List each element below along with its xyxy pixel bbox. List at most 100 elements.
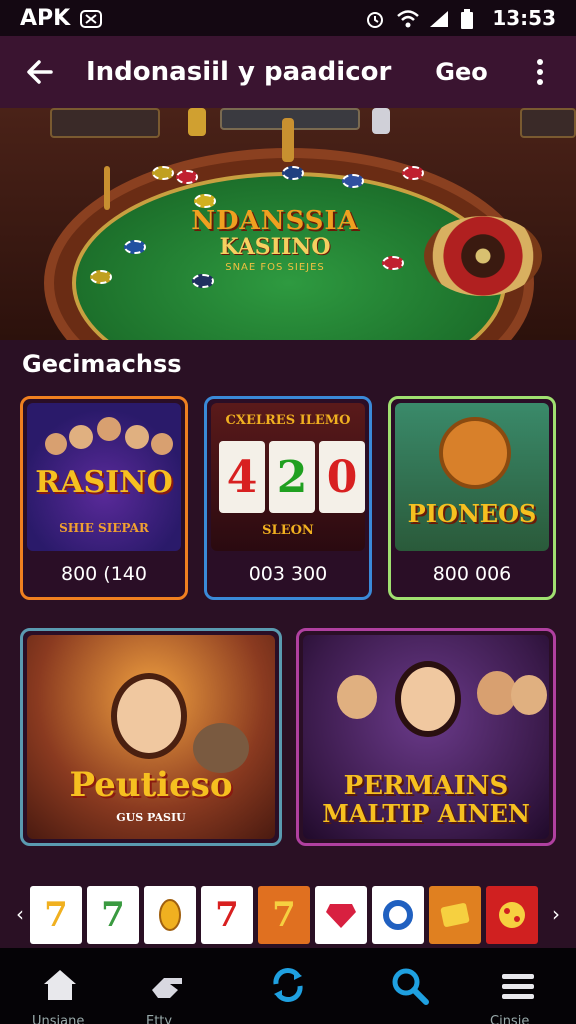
- seven-symbol: 7: [44, 895, 68, 935]
- game-card-peutieso[interactable]: Peutieso GUS PASIU: [20, 628, 282, 846]
- refresh-icon: [273, 968, 303, 1002]
- hero-banner[interactable]: NDANSSIA KASIINO SNAE FOS SIEJES: [0, 108, 576, 340]
- symbol-tile[interactable]: 7: [30, 886, 82, 944]
- more-options-button[interactable]: [522, 50, 558, 94]
- game-art: PERMAINS MALTIP AINEN: [303, 635, 549, 839]
- lion-mascot: [439, 417, 511, 489]
- table-post: [104, 166, 110, 210]
- hand-icon: [152, 978, 182, 998]
- gem-icon: [326, 904, 356, 928]
- game-art-title: PERMAINS: [343, 771, 509, 801]
- search-icon: [392, 968, 429, 1005]
- hero-logo-line1: NDANSSIA: [191, 206, 359, 236]
- clock: 13:53: [492, 6, 556, 30]
- game-art: RASINO SHIE SIEPAR: [27, 403, 181, 551]
- nav-search[interactable]: [380, 960, 440, 1020]
- nav-play[interactable]: [138, 960, 198, 1020]
- symbol-tile[interactable]: 7: [201, 886, 253, 944]
- carrier-label: APK: [20, 5, 71, 31]
- game-art-title-line2: MALTIP AINEN: [322, 799, 530, 828]
- section-title: Gecimachss: [22, 350, 182, 378]
- app-bar: Indonasiil y paadicor Geo: [0, 36, 576, 108]
- slot-reel: 4: [219, 441, 265, 513]
- page-title: Indonasiil y paadicor: [86, 57, 392, 87]
- game-card-value: 003 300: [248, 563, 328, 585]
- strip-scroll-right-button[interactable]: ›: [548, 902, 564, 926]
- back-button[interactable]: [18, 50, 62, 94]
- seven-symbol: 7: [215, 895, 239, 935]
- chip-stack: [372, 108, 390, 134]
- game-card-pioneos[interactable]: PIONEOS 800 006: [388, 396, 556, 600]
- character-face: [337, 675, 377, 719]
- nav-menu-label: Cinsie: [490, 1014, 530, 1024]
- symbol-tile[interactable]: 7: [258, 886, 310, 944]
- game-art: CXELRES ILEMO 4 2 0 SLEON: [211, 403, 365, 551]
- symbol-tile[interactable]: 7: [87, 886, 139, 944]
- chip: [124, 240, 146, 254]
- menu-icon: [502, 974, 534, 999]
- page-subtitle: Geo: [435, 58, 488, 86]
- chip-stack: [188, 108, 206, 136]
- chip: [282, 166, 304, 180]
- character-face: [395, 661, 461, 737]
- symbol-tile[interactable]: [372, 886, 424, 944]
- game-card-permains[interactable]: PERMAINS MALTIP AINEN: [296, 628, 556, 846]
- character-face: [125, 425, 149, 449]
- game-art-title: Peutieso: [69, 765, 233, 805]
- slot-reel: 0: [319, 441, 365, 513]
- game-card-slots[interactable]: CXELRES ILEMO 4 2 0 SLEON 003 300: [204, 396, 372, 600]
- game-card-value: 800 (140: [61, 563, 147, 585]
- nav-refresh[interactable]: [258, 960, 318, 1020]
- symbol-strip: ‹ 7 7 7 7 ›: [0, 880, 576, 948]
- symbol-tile[interactable]: [315, 886, 367, 944]
- nav-play-label: Etty: [146, 1014, 173, 1024]
- chip: [192, 274, 214, 288]
- game-art-subtitle: GUS PASIU: [116, 811, 186, 824]
- battery-icon: [460, 9, 482, 29]
- symbol-tile[interactable]: [144, 886, 196, 944]
- chip: [402, 166, 424, 180]
- nav-menu[interactable]: [488, 960, 548, 1020]
- hero-logo-line2: KASIINO: [219, 234, 331, 260]
- signal-icon: [428, 9, 450, 27]
- slot-machine-prop: [520, 108, 576, 138]
- arrow-left-icon: [27, 60, 53, 84]
- roulette-wheel: [424, 216, 542, 296]
- game-art-subtitle: SHIE SIEPAR: [59, 521, 149, 535]
- more-vertical-icon: [537, 59, 543, 85]
- game-art-title: PIONEOS: [407, 499, 537, 528]
- chip: [342, 174, 364, 188]
- trophy-prop: [282, 118, 294, 162]
- slot-reel: 2: [269, 441, 315, 513]
- seven-symbol: 7: [101, 895, 125, 935]
- slot-machine-prop: [50, 108, 160, 138]
- character-face: [45, 433, 67, 455]
- game-art: Peutieso GUS PASIU: [27, 635, 275, 839]
- nav-home-label: Unsiane: [32, 1014, 85, 1024]
- character-face: [151, 433, 173, 455]
- game-card-value: 800 006: [432, 563, 512, 585]
- hero-logo-line3: SNAE FOS SIEJES: [225, 262, 325, 273]
- game-art: PIONEOS: [395, 403, 549, 551]
- dice-icon: [499, 902, 525, 928]
- wifi-icon: [396, 9, 420, 28]
- card-icon: [440, 903, 470, 927]
- ring-icon: [383, 900, 413, 930]
- strip-scroll-left-button[interactable]: ‹: [12, 902, 28, 926]
- game-art-subtitle: SLEON: [262, 523, 314, 538]
- hero-logo: NDANSSIA KASIINO SNAE FOS SIEJES: [160, 206, 390, 273]
- character-face: [97, 417, 121, 441]
- notification-icon: [80, 9, 103, 28]
- bottom-nav: Unsiane Etty Cinsie: [0, 948, 576, 1024]
- character-face: [511, 675, 547, 715]
- game-art-title: CXELRES ILEMO: [225, 413, 351, 428]
- status-bar: APK 13:53: [0, 0, 576, 36]
- chip: [152, 166, 174, 180]
- nav-home[interactable]: [30, 960, 90, 1020]
- coin-icon: [159, 899, 181, 931]
- game-card-rasino[interactable]: RASINO SHIE SIEPAR 800 (140: [20, 396, 188, 600]
- home-icon: [44, 970, 76, 1000]
- game-art-title: RASINO: [35, 465, 173, 500]
- symbol-tile[interactable]: [429, 886, 481, 944]
- symbol-tile[interactable]: [486, 886, 538, 944]
